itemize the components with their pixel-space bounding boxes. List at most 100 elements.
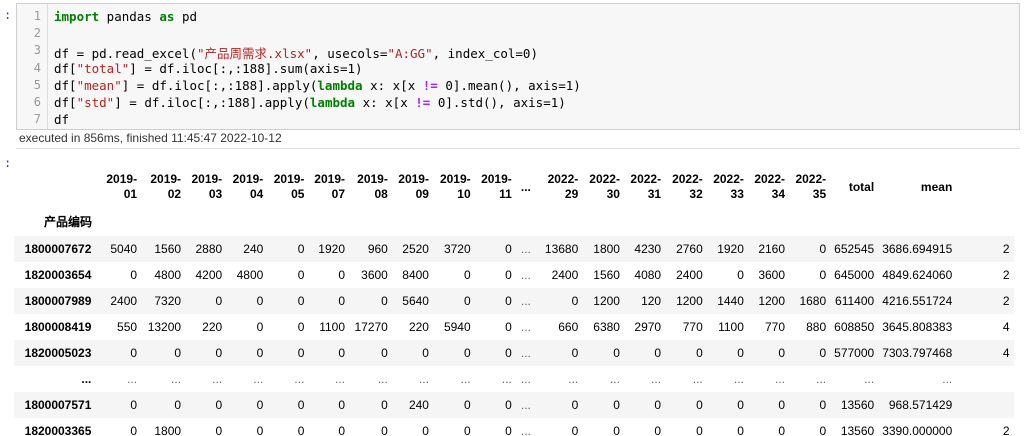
table-cell: 3645.808383 — [882, 320, 953, 334]
column-header-text: 31 — [647, 187, 662, 201]
column-header-text: 09 — [415, 187, 429, 201]
code-token: as — [159, 9, 175, 24]
column-header: 2019- 08 — [349, 166, 392, 208]
table-cell: 4 — [1002, 346, 1010, 360]
table-cell: 0 — [696, 346, 703, 360]
index-name-spacer — [433, 208, 475, 236]
table-cell: 3600 — [361, 268, 388, 282]
table-cell: 0 — [463, 346, 471, 360]
row-index: 1800007672 — [24, 242, 92, 256]
table-cell: 0 — [778, 424, 786, 436]
column-header-row: 2019- 01 2019- 02 2019- 03 2019- 04 2019- 05 2019-… — [14, 166, 1025, 208]
column-header: 2022- 30 — [582, 166, 624, 208]
table-cell: 3686.694915 — [882, 242, 953, 256]
table-cell: ... — [212, 372, 223, 386]
table-cell: 4 — [1002, 320, 1010, 334]
table-cell: 4849.624060 — [882, 268, 953, 282]
index-name-spacer — [226, 208, 267, 236]
table-cell: 5640 — [402, 294, 429, 308]
line-number: 6 — [33, 95, 41, 109]
code-token: lambda — [317, 77, 363, 93]
table-cell: 0 — [571, 398, 579, 412]
table-cell: ... — [733, 372, 744, 386]
code-token: "std" — [76, 95, 115, 110]
table-cell: 0 — [505, 320, 512, 334]
column-header: 2019- 09 — [392, 166, 433, 208]
index-name-spacer — [141, 208, 185, 236]
index-name-spacer — [392, 208, 433, 236]
code-token: x: x[x — [355, 95, 416, 110]
code-line: df = pd.read_excel("产品周需求.xlsx", usecols… — [54, 43, 538, 62]
table-cell: 0 — [463, 294, 471, 308]
table-cell: 4200 — [195, 268, 223, 282]
row-index: 1800007571 — [24, 398, 92, 412]
line-number: 2 — [33, 26, 41, 41]
table-cell: 2400 — [676, 268, 703, 282]
code-token: "A:GG" — [387, 46, 433, 62]
table-cell: 0 — [571, 346, 579, 360]
table-cell — [956, 392, 1013, 418]
table-cell: ... — [816, 372, 827, 386]
table-cell: 0 — [130, 398, 138, 412]
table-cell: 0 — [381, 398, 388, 412]
table-cell: 2160 — [758, 242, 786, 256]
column-header: 2022- 35 — [789, 166, 830, 208]
index-name: 产品编码 — [44, 214, 93, 229]
column-header-text: 2019- — [481, 172, 512, 186]
table-cell: 0 — [338, 424, 345, 436]
table-cell: 1680 — [799, 294, 827, 308]
column-header-text: 11 — [499, 187, 512, 201]
table-cell: ... — [520, 346, 531, 360]
dataframe-output: 2019- 01 2019- 02 2019- 03 2019- 04 2019- 05 2019-… — [14, 166, 1025, 436]
table-cell: ... — [520, 242, 531, 256]
column-header-text: 07 — [331, 187, 345, 201]
column-header-text: 2022- — [713, 172, 744, 186]
table-cell: 2 — [1002, 268, 1010, 282]
index-name-spacer — [99, 208, 141, 236]
table-cell: 0 — [256, 424, 264, 436]
table-cell: 2760 — [676, 242, 703, 256]
table-cell: 1440 — [717, 294, 744, 308]
table-cell: 1920 — [318, 242, 345, 256]
table-cell: 2 — [1002, 424, 1010, 436]
column-header: 2019- 05 — [267, 166, 308, 208]
table-cell: 1800 — [593, 242, 620, 256]
table-cell: 0 — [381, 424, 388, 436]
table-cell: 2 — [1002, 294, 1010, 308]
code-token: ] = df.iloc[:,:188].apply( — [114, 95, 310, 110]
column-header-text: 01 — [123, 187, 138, 201]
table-cell: 880 — [806, 320, 827, 334]
table-cell: ... — [294, 372, 305, 386]
table-cell: 0 — [215, 346, 223, 360]
table-cell: 7303.797468 — [882, 346, 953, 360]
code-token: x: x[x — [362, 77, 423, 93]
code-cell[interactable]: 1 2 3 4 5 6 7 import pandas as pd df = pd.read_… — [16, 3, 1020, 130]
table-cell: 0 — [654, 398, 662, 412]
table-cell: 0 — [422, 424, 429, 436]
column-header-text: 2022- — [547, 172, 579, 186]
execution-info: executed in 856ms, finished 11:45:47 202… — [19, 131, 282, 145]
index-name-spacer — [267, 208, 308, 236]
table-cell: 120 — [641, 294, 662, 308]
line-number: 5 — [33, 77, 41, 92]
table-cell: 0 — [130, 268, 138, 282]
code-token: df[ — [54, 77, 77, 93]
index-name-spacer — [535, 208, 582, 236]
column-header-text: 2019- — [398, 172, 429, 186]
row-index: 1820003365 — [24, 424, 92, 436]
table-cell: 0 — [778, 398, 786, 412]
table-cell: ... — [520, 424, 531, 436]
table-cell: ... — [334, 372, 345, 386]
column-header: ... — [516, 166, 535, 208]
table-cell: ... — [127, 372, 138, 386]
table-cell: 0 — [819, 398, 827, 412]
table-row: 1820003365 0 1800 0 0 0 0 0 0 0 0... 0 0 0 0 0 0 0 13560 33… — [14, 418, 1025, 436]
table-cell: ... — [418, 372, 429, 386]
table-cell: 3720 — [443, 242, 471, 256]
column-header: 2019- 01 — [99, 166, 141, 208]
column-header-text: mean — [920, 179, 953, 194]
column-header: 2022- 34 — [748, 166, 789, 208]
table-cell: ... — [609, 372, 620, 386]
code-line: import pandas as pd — [54, 9, 197, 24]
column-header-text: 10 — [457, 187, 471, 201]
